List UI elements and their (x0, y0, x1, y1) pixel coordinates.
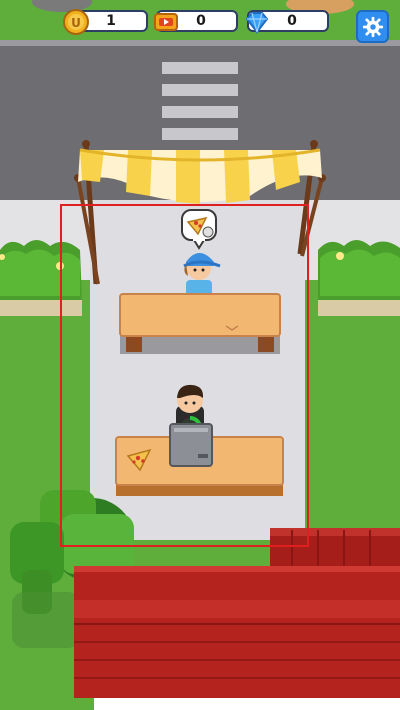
tickets-counter: 0 (154, 10, 238, 32)
gear-icon (362, 16, 383, 37)
game-scene (0, 0, 400, 710)
cash-register[interactable] (169, 423, 213, 467)
svg-text:U: U (71, 16, 81, 30)
tickets-value: 0 (196, 13, 206, 29)
path-tile (12, 592, 80, 648)
gems-value: 0 (287, 13, 297, 29)
gem-icon (245, 12, 269, 34)
hud-bar: U 1 0 0 (0, 0, 400, 44)
coins-counter: U 1 (63, 9, 148, 35)
left-hedge (0, 240, 82, 316)
front-counter[interactable] (119, 293, 281, 354)
right-hedge (318, 240, 400, 316)
coins-value: 1 (106, 13, 116, 29)
gems-counter: 0 (245, 10, 329, 34)
settings-button[interactable] (356, 10, 389, 43)
ticket-icon (154, 13, 178, 31)
coin-icon: U (63, 9, 89, 35)
